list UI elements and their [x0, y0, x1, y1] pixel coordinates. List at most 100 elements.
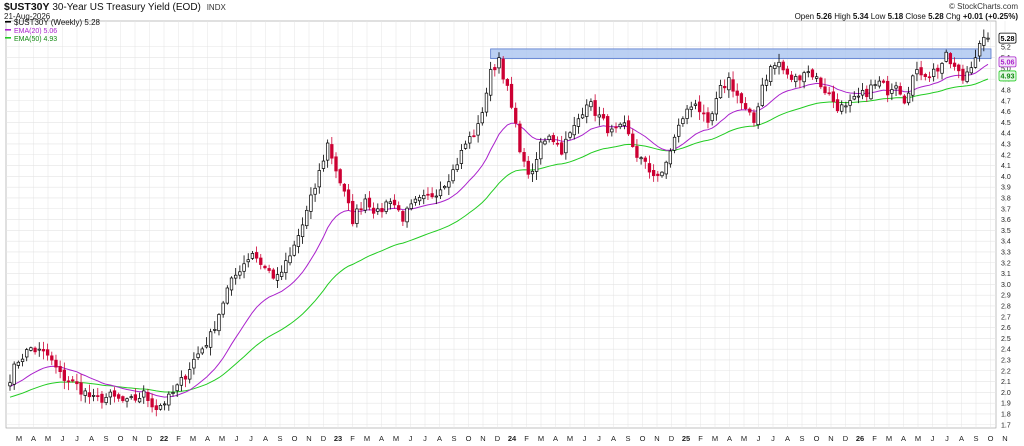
candle-body — [376, 208, 380, 212]
x-tick-label: S — [799, 434, 804, 443]
candle — [188, 362, 192, 384]
x-tick-label: F — [524, 434, 529, 443]
candle-body — [706, 112, 710, 123]
x-tick-label: J — [583, 434, 587, 443]
x-tick-label: A — [31, 434, 36, 443]
candle-body — [417, 197, 422, 202]
candle — [940, 62, 944, 80]
candle-body — [254, 252, 259, 259]
candle-body — [83, 390, 87, 396]
candle — [952, 57, 957, 71]
candle-body — [434, 195, 438, 198]
candle — [785, 65, 790, 79]
candle — [936, 64, 940, 79]
legend-ema50-label: EMA(50) 4.93 — [14, 36, 57, 43]
candle — [869, 79, 873, 100]
candle-body — [497, 57, 501, 69]
y-tick-label: 1.7 — [1001, 422, 1011, 429]
candle-body — [948, 53, 953, 65]
candle-body — [911, 75, 915, 96]
candle-body — [342, 183, 347, 192]
y-tick-label: 2.9 — [1001, 293, 1011, 300]
x-tick-label: N — [654, 434, 659, 443]
candle-body — [150, 398, 154, 408]
candle-body — [71, 379, 75, 382]
ema50-layer — [9, 78, 989, 398]
candle-body — [351, 200, 355, 225]
price-chart[interactable]: 1.7 1.8 1.9 2.0 2.1 2.2 2.3 2.4 2.5 2.6 2.7 2.8 2.9 3… — [0, 0, 1024, 446]
x-tick-label: A — [553, 434, 558, 443]
candle-body — [986, 37, 990, 40]
candle-body — [288, 255, 292, 264]
candle — [831, 85, 836, 109]
candle-body — [668, 150, 673, 165]
candle-body — [292, 244, 296, 256]
x-tick-label: J — [61, 434, 65, 443]
x-tick-label: A — [727, 434, 732, 443]
x-tick-label: J — [235, 434, 239, 443]
candle — [121, 395, 125, 403]
candle — [321, 154, 326, 172]
legend-ema20: EMA(20) 5.06 — [5, 28, 57, 35]
candle — [142, 385, 146, 404]
candle — [597, 106, 601, 126]
candle-body — [689, 106, 693, 110]
ema50-price-tag-label: 4.93 — [1001, 72, 1015, 81]
candle — [137, 392, 142, 404]
candle-body — [359, 208, 363, 211]
candle-body — [973, 57, 978, 68]
candle-body — [430, 193, 434, 198]
candle-body — [723, 85, 727, 89]
candle — [735, 83, 739, 104]
x-tick-label: O — [814, 434, 820, 443]
candle — [860, 83, 865, 100]
candle-body — [881, 80, 886, 83]
candle — [589, 98, 593, 111]
candle — [179, 370, 184, 392]
candle — [338, 168, 342, 186]
x-tick-label: O — [640, 434, 646, 443]
candle-body — [610, 128, 614, 133]
candle-body — [300, 224, 305, 238]
candle-body — [697, 101, 702, 113]
candle — [773, 62, 777, 75]
candle-body — [20, 358, 25, 362]
ema20-layer — [9, 63, 989, 398]
candle-body — [568, 132, 572, 138]
candle — [814, 72, 819, 82]
candle — [238, 265, 242, 280]
candle-body — [635, 146, 639, 158]
x-tick-label: F — [698, 434, 703, 443]
ema20-line — [9, 63, 989, 398]
candle-body — [426, 193, 430, 196]
candle — [894, 81, 898, 97]
candle — [325, 139, 330, 168]
candle — [585, 99, 589, 124]
candle-body — [62, 369, 66, 381]
legend-ema50: EMA(50) 4.93 — [5, 36, 57, 43]
candle-body — [664, 161, 668, 175]
candle-body — [514, 107, 518, 124]
candle-body — [894, 85, 898, 89]
candle — [576, 113, 581, 134]
candle-body — [852, 95, 856, 100]
candle — [781, 59, 785, 75]
candle-body — [104, 396, 108, 404]
candle — [355, 204, 359, 228]
candle — [158, 403, 163, 411]
candle-body — [438, 189, 443, 197]
candle-body — [121, 396, 125, 402]
candle — [288, 247, 292, 266]
candle-body — [447, 181, 451, 188]
candle — [681, 116, 685, 127]
candle-body — [509, 83, 514, 108]
candle-body — [957, 64, 961, 72]
candle — [213, 321, 217, 334]
candle — [689, 101, 693, 118]
candle — [601, 107, 606, 121]
candle-body — [54, 359, 58, 368]
candle-body — [463, 143, 468, 149]
candle — [769, 64, 773, 86]
candle — [530, 163, 535, 183]
candle-body — [572, 125, 576, 136]
